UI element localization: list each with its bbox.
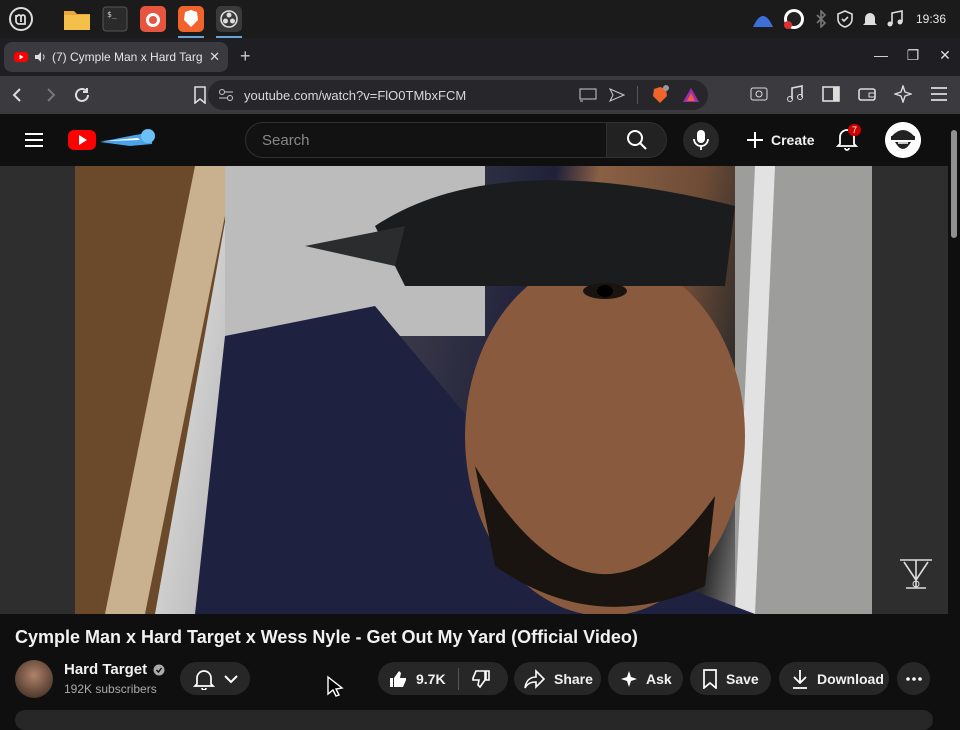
scrollbar-thumb[interactable] — [951, 130, 957, 238]
new-tab-icon[interactable]: + — [240, 46, 251, 67]
dislike-button[interactable] — [459, 669, 491, 689]
browser-tab-strip: (7) Cymple Man x Hard Targ ✕ + — ❐ ✕ — [0, 38, 960, 76]
divider — [637, 86, 638, 104]
channel-name: Hard Target — [64, 661, 148, 678]
url-text[interactable]: youtube.com/watch?v=FlO0TMbxFCM — [244, 88, 466, 103]
vpn-icon[interactable] — [752, 9, 774, 29]
save-label: Save — [726, 670, 759, 687]
save-button[interactable]: Save — [690, 662, 771, 695]
os-taskbar: $_ 19:36 — [0, 0, 960, 38]
youtube-logo[interactable] — [68, 126, 160, 154]
maximize-icon[interactable]: ❐ — [904, 46, 922, 64]
like-count: 9.7K — [416, 670, 446, 687]
page-scrollbar[interactable] — [948, 114, 960, 720]
sidebar-icon[interactable] — [818, 81, 844, 107]
like-button[interactable]: 9.7K — [378, 667, 459, 690]
mint-menu-icon[interactable] — [4, 2, 38, 36]
subscriber-count: 192K subscribers — [64, 682, 157, 696]
browser-toolbar: youtube.com/watch?v=FlO0TMbxFCM — [0, 76, 960, 114]
chevron-down-icon — [223, 674, 238, 684]
subscription-notifications-button[interactable] — [180, 662, 250, 695]
notifications-button[interactable]: 7 — [835, 124, 862, 152]
download-icon — [791, 669, 809, 689]
youtube-header: Search Create 7 — [0, 114, 948, 166]
forward-icon[interactable] — [36, 81, 64, 109]
account-avatar[interactable] — [885, 122, 921, 158]
reload-icon[interactable] — [68, 81, 96, 109]
search-input[interactable]: Search — [245, 122, 607, 158]
video-frame[interactable] — [75, 166, 872, 614]
wallet-icon[interactable] — [854, 81, 880, 107]
cast-icon[interactable] — [579, 88, 597, 102]
share-icon — [524, 668, 546, 689]
media-icon[interactable] — [782, 81, 808, 107]
video-player[interactable] — [0, 166, 948, 614]
search-placeholder: Search — [262, 132, 310, 149]
search-icon — [626, 129, 648, 151]
share-label: Share — [554, 670, 593, 687]
youtube-favicon-icon — [14, 52, 28, 62]
sparkle-icon — [620, 670, 638, 688]
screenshot-icon[interactable] — [746, 81, 772, 107]
like-dislike-group: 9.7K — [378, 662, 508, 695]
channel-name-link[interactable]: Hard Target — [64, 661, 165, 678]
voice-search-button[interactable] — [683, 122, 719, 158]
channel-avatar[interactable] — [15, 660, 53, 698]
clock[interactable]: 19:36 — [916, 12, 946, 26]
hamburger-menu-icon[interactable] — [926, 81, 952, 107]
system-tray: 19:36 — [752, 0, 960, 38]
download-label: Download — [817, 670, 884, 687]
more-actions-button[interactable] — [897, 662, 930, 695]
site-settings-icon[interactable] — [218, 88, 234, 102]
leo-ai-icon[interactable] — [890, 81, 916, 107]
minimize-icon[interactable]: — — [872, 46, 890, 64]
bookmark-icon — [702, 668, 718, 689]
verified-icon — [153, 664, 165, 676]
share-button[interactable]: Share — [514, 662, 601, 695]
speaker-icon[interactable] — [34, 51, 46, 63]
brave-shields-icon[interactable] — [650, 85, 670, 105]
more-horizontal-icon — [905, 676, 922, 681]
ask-button[interactable]: Ask — [608, 662, 683, 695]
create-button[interactable]: Create — [737, 122, 823, 158]
obs-icon[interactable] — [212, 2, 246, 38]
notification-badge: 7 — [848, 124, 862, 136]
bell-icon — [192, 668, 215, 690]
download-button[interactable]: Download — [779, 662, 889, 695]
send-icon[interactable] — [609, 88, 625, 102]
guide-menu-icon[interactable] — [22, 128, 46, 152]
thumbs-up-icon — [388, 669, 408, 689]
description-box[interactable] — [15, 710, 933, 730]
channel-watermark-icon[interactable] — [896, 554, 936, 594]
tab-title: (7) Cymple Man x Hard Targ — [52, 50, 202, 64]
ask-label: Ask — [646, 670, 672, 687]
back-icon[interactable] — [4, 81, 32, 109]
close-tab-icon[interactable]: ✕ — [209, 49, 220, 65]
search-button[interactable] — [607, 122, 667, 158]
firefox-icon[interactable] — [136, 2, 170, 36]
microphone-icon — [693, 129, 709, 151]
mouse-cursor-icon — [326, 675, 344, 697]
browser-tab[interactable]: (7) Cymple Man x Hard Targ ✕ — [4, 42, 228, 72]
create-label: Create — [771, 132, 815, 148]
audio-tray-icon[interactable] — [886, 10, 904, 28]
brave-rewards-icon[interactable] — [682, 87, 700, 103]
close-window-icon[interactable]: ✕ — [936, 46, 954, 64]
shield-icon[interactable] — [836, 10, 854, 28]
video-title: Cymple Man x Hard Target x Wess Nyle - G… — [15, 627, 638, 647]
notification-tray-icon[interactable] — [862, 10, 878, 28]
svg-text:$_: $_ — [107, 10, 117, 19]
files-icon[interactable] — [60, 2, 94, 36]
address-bar[interactable]: youtube.com/watch?v=FlO0TMbxFCM — [208, 80, 708, 110]
bluetooth-icon[interactable] — [814, 10, 828, 28]
thumbs-down-icon — [471, 669, 491, 689]
window-controls: — ❐ ✕ — [872, 46, 954, 64]
obs-tray-icon[interactable] — [782, 7, 806, 31]
terminal-icon[interactable]: $_ — [98, 2, 132, 36]
brave-icon[interactable] — [174, 2, 208, 38]
plus-icon — [745, 130, 765, 150]
